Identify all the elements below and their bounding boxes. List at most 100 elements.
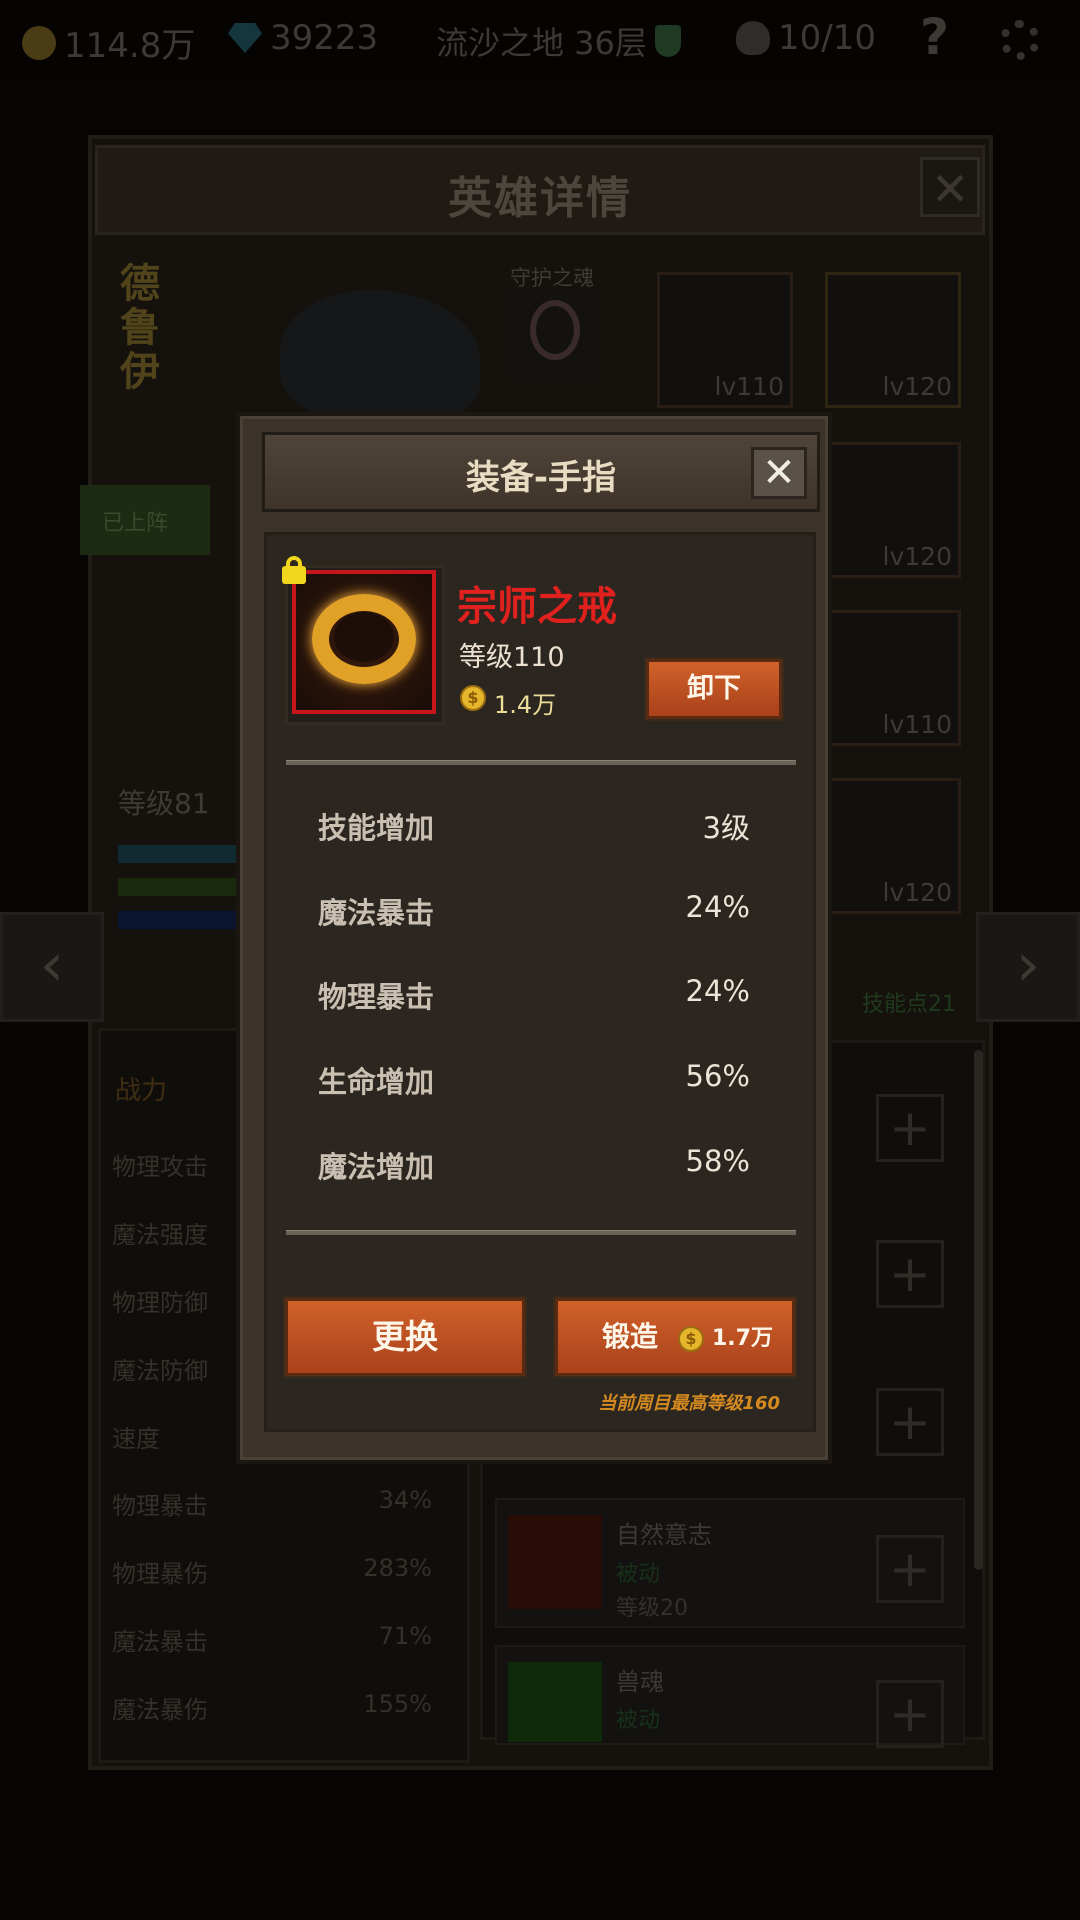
stat-value: 71% (378, 1622, 432, 1650)
unequip-button[interactable]: 卸下 (646, 659, 782, 719)
top-status-bar: 114.8万 39223 流沙之地 36层 10/10 ? (0, 0, 1080, 80)
stat-label: 物理暴伤 (112, 1560, 208, 1588)
plus-icon: + (889, 1685, 931, 1743)
prev-hero-button[interactable]: ‹ (0, 912, 104, 1022)
location-indicator: 流沙之地 36层 (436, 18, 681, 64)
gold-coin-icon: $ (460, 685, 486, 711)
hero-name: 德鲁伊 (120, 261, 160, 395)
location-name: 流沙之地 36层 (436, 24, 647, 62)
deployed-badge: 已上阵 (80, 485, 210, 555)
attribute-label: 生命增加 (318, 1065, 435, 1099)
attribute-value: 56% (685, 1059, 750, 1093)
forge-button[interactable]: 锻造 $ 1.7万 (555, 1298, 795, 1376)
stat-row: 物理暴击 34% (112, 1486, 432, 1521)
equipment-slot-head[interactable]: lv110 (657, 272, 793, 408)
stat-label: 物理攻击 (112, 1153, 208, 1181)
power-header: 战力 (115, 1076, 168, 1106)
item-price: 1.4万 (494, 691, 557, 719)
stat-row: 物理暴伤 283% (112, 1554, 432, 1589)
skill-points: 技能点21 (862, 992, 956, 1017)
skill-upgrade-button[interactable]: + (876, 1388, 944, 1456)
skill-upgrade-button[interactable]: + (876, 1240, 944, 1308)
modal-close-button[interactable]: ✕ (751, 447, 807, 499)
forge-cost: 1.7万 (712, 1326, 773, 1351)
max-level-note: 当前周目最高等级160 (598, 1393, 780, 1414)
shield-icon (654, 25, 681, 57)
equipment-level: lv110 (882, 710, 952, 739)
equipment-level: lv120 (882, 372, 952, 401)
settings-button[interactable] (1000, 20, 1040, 60)
hero-level: 等级81 (118, 787, 210, 820)
mana-bar (118, 911, 238, 929)
chevron-left-icon: ‹ (40, 930, 64, 1000)
equipment-slot-finger[interactable]: lv110 (825, 610, 961, 746)
gem-counter: 39223 (228, 18, 378, 58)
gold-coin-icon: $ (678, 1326, 704, 1352)
help-button[interactable]: ? (920, 8, 949, 66)
close-icon: ✕ (762, 450, 796, 496)
item-level: 等级110 (459, 642, 565, 673)
stamina-value: 10/10 (778, 18, 876, 58)
gem-amount: 39223 (270, 18, 379, 58)
equipment-level: lv120 (882, 542, 952, 571)
lock-icon[interactable] (282, 556, 306, 584)
equipment-slot-body[interactable]: lv120 (825, 442, 961, 578)
skill-upgrade-button[interactable]: + (876, 1094, 944, 1162)
equipment-slot-neck[interactable]: lv120 (825, 272, 961, 408)
attribute-label: 物理暴击 (318, 980, 435, 1014)
skull-icon (736, 21, 770, 55)
forge-label: 锻造 (602, 1320, 659, 1353)
skill-upgrade-button[interactable]: + (876, 1535, 944, 1603)
skill-upgrade-button[interactable]: + (876, 1680, 944, 1748)
equipment-level: lv120 (882, 878, 952, 907)
paw-icon (508, 1515, 602, 1609)
attribute-label: 魔法增加 (318, 1150, 435, 1184)
exp-bar (118, 878, 238, 896)
hero-panel-title: 英雄详情 (448, 173, 632, 224)
attribute-label: 魔法暴击 (318, 896, 435, 930)
stat-label: 速度 (112, 1425, 160, 1453)
stat-label: 魔法防御 (112, 1357, 208, 1385)
attribute-value: 24% (685, 974, 750, 1008)
divider (286, 1230, 796, 1235)
plus-icon: + (889, 1245, 931, 1303)
skill-level: 等级20 (616, 1596, 688, 1621)
item-name: 宗师之戒 (457, 584, 617, 630)
stat-label: 魔法暴伤 (112, 1696, 208, 1724)
equipment-slot-hand[interactable]: lv120 (825, 778, 961, 914)
close-icon: ✕ (930, 162, 970, 216)
gold-amount: 114.8万 (64, 26, 196, 66)
stat-value: 283% (363, 1554, 432, 1582)
attribute-value: 58% (685, 1144, 750, 1178)
stat-value: 155% (363, 1690, 432, 1718)
chevron-right-icon: › (1016, 930, 1040, 1000)
deployed-label: 已上阵 (102, 511, 169, 536)
attribute-label: 技能增加 (318, 811, 435, 845)
next-hero-button[interactable]: › (976, 912, 1080, 1022)
replace-button[interactable]: 更换 (285, 1298, 525, 1376)
plus-icon: + (889, 1540, 931, 1598)
plus-icon: + (889, 1099, 931, 1157)
stat-label: 物理防御 (112, 1289, 208, 1317)
equipment-level: lv110 (714, 372, 784, 401)
skill-name: 自然意志 (616, 1521, 712, 1549)
modal-title: 装备-手指 (465, 458, 617, 498)
gem-icon (228, 23, 262, 53)
skill-name: 兽魂 (616, 1668, 664, 1696)
skill-type: 被动 (616, 1562, 661, 1587)
attribute-value: 3级 (702, 811, 750, 845)
stat-row: 魔法暴击 71% (112, 1622, 432, 1657)
divider (286, 760, 796, 765)
gold-coin-icon (22, 25, 56, 60)
plus-icon: + (889, 1393, 931, 1451)
gear-icon (1000, 20, 1040, 60)
attribute-value: 24% (685, 890, 750, 924)
stamina-counter: 10/10 (736, 18, 876, 58)
spirit-icon (508, 1662, 602, 1742)
stat-label: 物理暴击 (112, 1492, 208, 1520)
hero-close-button[interactable]: ✕ (920, 157, 980, 217)
stat-row: 魔法暴伤 155% (112, 1690, 432, 1725)
skill-type: 被动 (616, 1708, 661, 1733)
stat-label: 魔法强度 (112, 1221, 208, 1249)
skills-scrollbar[interactable] (974, 1050, 983, 1570)
